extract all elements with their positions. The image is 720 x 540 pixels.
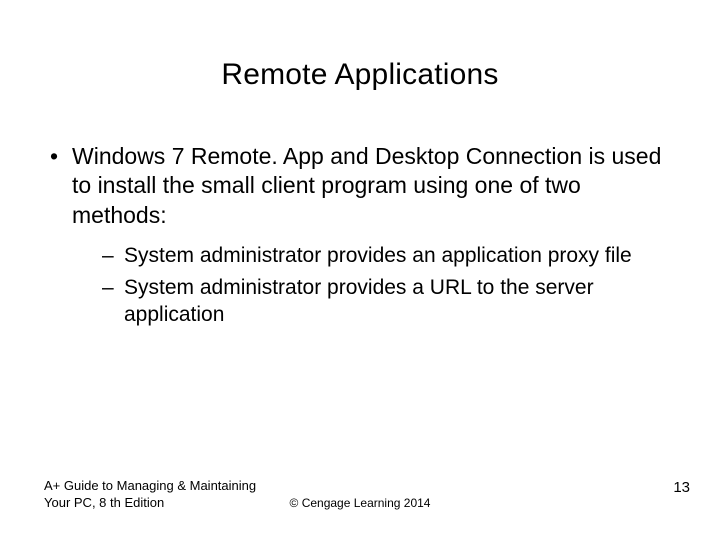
bullet-list: Windows 7 Remote. App and Desktop Connec…: [44, 142, 680, 328]
footer-copyright: © Cengage Learning 2014: [0, 496, 720, 510]
sub-bullet-item: System administrator provides an applica…: [72, 242, 680, 269]
slide-title: Remote Applications: [0, 58, 720, 92]
sub-bullet-text: System administrator provides a URL to t…: [124, 276, 594, 326]
slide: Remote Applications Windows 7 Remote. Ap…: [0, 0, 720, 540]
footer-line1: A+ Guide to Managing & Maintaining: [44, 478, 256, 493]
bullet-text: Windows 7 Remote. App and Desktop Connec…: [72, 143, 661, 228]
footer-page-number: 13: [673, 479, 690, 496]
bullet-item: Windows 7 Remote. App and Desktop Connec…: [44, 142, 680, 328]
footer: A+ Guide to Managing & Maintaining Your …: [0, 472, 720, 512]
sub-bullet-item: System administrator provides a URL to t…: [72, 274, 680, 329]
sub-bullet-list: System administrator provides an applica…: [72, 242, 680, 328]
sub-bullet-text: System administrator provides an applica…: [124, 244, 632, 267]
slide-body: Windows 7 Remote. App and Desktop Connec…: [0, 142, 720, 328]
